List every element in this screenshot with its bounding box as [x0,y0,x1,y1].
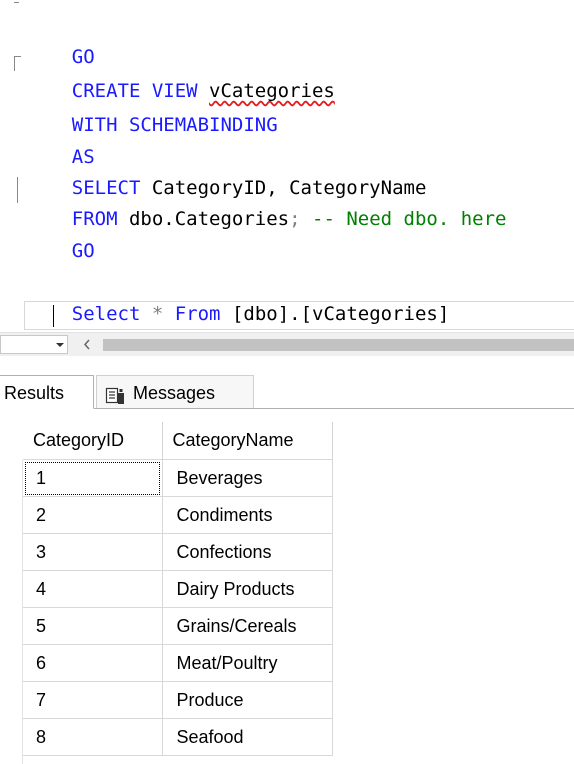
cell-categoryname[interactable]: Meat/Poultry [162,644,333,682]
cell-categoryname[interactable]: Grains/Cereals [162,607,333,645]
code-line-3[interactable]: WITH SCHEMABINDING [26,80,278,136]
table-row[interactable]: 5 Grains/Cereals [23,607,333,645]
table-row[interactable]: 7 Produce [23,681,333,719]
scroll-left-arrow-icon[interactable] [80,336,94,353]
table-row[interactable]: 4 Dairy Products [23,570,333,608]
results-grid[interactable]: CategoryID CategoryName 1 Beverages 2 Co… [23,422,333,756]
tab-messages[interactable]: Messages [96,375,254,409]
code-line-5[interactable]: SELECT CategoryID, CategoryName [26,143,427,199]
table-row[interactable]: 6 Meat/Poultry [23,644,333,682]
chevron-down-icon[interactable] [53,336,67,353]
code-line-4[interactable]: AS [26,112,95,168]
cell-categoryid[interactable]: 6 [23,644,163,682]
zoom-dropdown[interactable] [0,335,68,354]
outline-collapse-icon[interactable] [14,56,21,71]
cell-categoryid[interactable]: 7 [23,681,163,719]
comment: -- Need dbo. here [300,208,507,230]
gutter-mark [14,2,19,3]
semicolon: ; [289,208,301,230]
column-header-categoryid[interactable]: CategoryID [23,422,163,460]
code-line-2[interactable]: CREATE VIEW vCategories [26,46,335,102]
table-row[interactable]: 2 Condiments [23,496,333,534]
code-line-6[interactable]: FROM dbo.Categories; -- Need dbo. here [26,174,507,230]
cell-categoryid[interactable]: 1 [23,459,163,497]
cell-categoryid[interactable]: 5 [23,607,163,645]
table-name: dbo.Categories [117,208,290,230]
column-header-categoryname[interactable]: CategoryName [162,422,333,460]
keyword: WITH SCHEMABINDING [71,114,278,136]
code-line-9[interactable]: Select * From [dbo].[vCategories] [26,269,450,325]
results-tabs: Results Messages [0,356,574,422]
cell-categoryid[interactable]: 3 [23,533,163,571]
cell-categoryname[interactable]: Dairy Products [162,570,333,608]
tab-results[interactable]: Results [0,375,94,409]
cell-categoryname[interactable]: Produce [162,681,333,719]
keyword: GO [71,240,95,262]
code-line-7[interactable]: GO [26,206,95,262]
cell-categoryid[interactable]: 2 [23,496,163,534]
cell-categoryname[interactable]: Confections [162,533,333,571]
text-caret [53,305,54,327]
messages-icon [105,383,125,404]
tab-messages-label: Messages [133,383,216,403]
cell-categoryname[interactable]: Beverages [162,459,333,497]
query-editor[interactable]: GO CREATE VIEW vCategories WITH SCHEMABI… [0,0,574,356]
table-row[interactable]: 3 Confections [23,533,333,571]
code-line-1[interactable]: GO [26,12,95,68]
tabs-divider [94,408,574,409]
table-row[interactable]: 8 Seafood [23,718,333,756]
code-line-10[interactable]: GO [26,300,95,356]
current-line-highlight [24,301,574,330]
outline-bar [17,177,18,203]
cell-categoryname[interactable]: Condiments [162,496,333,534]
grid-header-row: CategoryID CategoryName [23,422,333,460]
tab-results-label: Results [4,383,65,403]
cell-categoryid[interactable]: 4 [23,570,163,608]
cell-categoryid[interactable]: 8 [23,718,163,756]
cell-categoryname[interactable]: Seafood [162,718,333,756]
editor-horizontal-scrollbar[interactable] [0,332,574,357]
scrollbar-thumb[interactable] [103,339,574,351]
table-row[interactable]: 1 Beverages [23,459,333,497]
